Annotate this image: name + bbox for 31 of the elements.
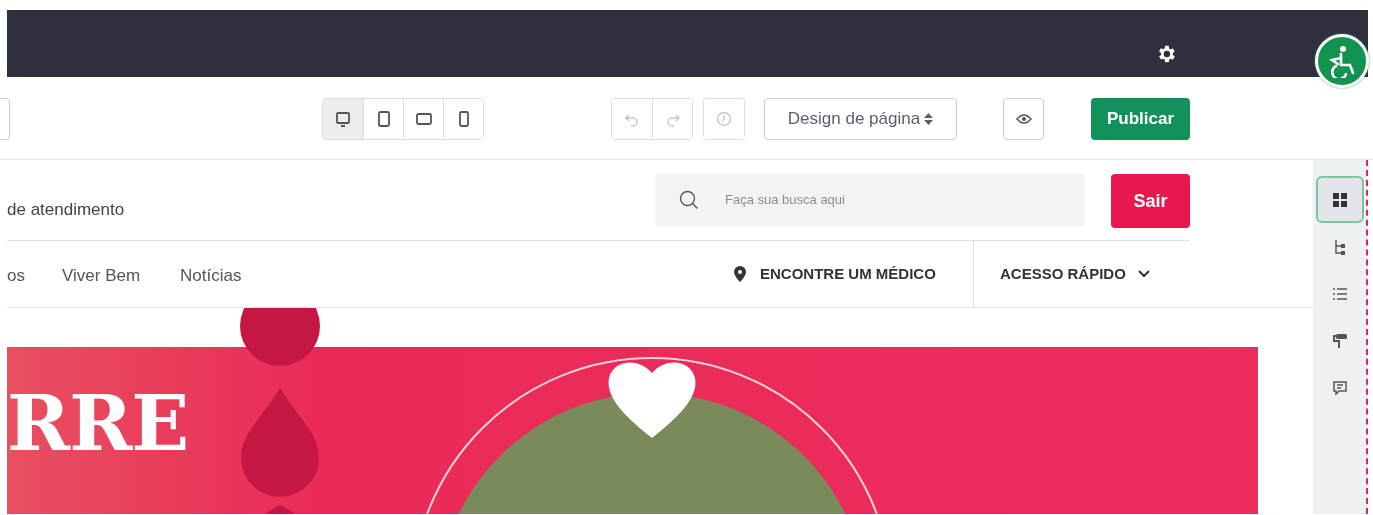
logout-button[interactable]: Sair xyxy=(1111,174,1190,228)
grid-icon xyxy=(1331,191,1348,208)
banner-headline: RRE xyxy=(7,386,189,462)
tablet-icon xyxy=(375,111,392,127)
find-doctor-link[interactable]: ENCONTRE UM MÉDICO xyxy=(760,263,936,286)
publish-button[interactable]: Publicar xyxy=(1091,98,1190,140)
landscape-tablet-icon xyxy=(415,111,432,127)
preview-button[interactable] xyxy=(1003,98,1044,140)
search-input[interactable]: Faça sua busca aqui xyxy=(723,189,1063,211)
search-icon xyxy=(679,190,699,210)
nav-link[interactable]: Notícias xyxy=(180,263,242,289)
paint-roller-icon xyxy=(1331,332,1348,349)
sort-arrows-icon xyxy=(924,112,934,126)
page-design-dropdown[interactable]: Design de página xyxy=(764,98,957,140)
header-text: de atendimento xyxy=(7,199,125,221)
clock-icon xyxy=(716,111,732,127)
device-button[interactable] xyxy=(323,99,363,139)
map-pin-icon xyxy=(734,266,746,283)
comment-icon xyxy=(1331,379,1348,396)
chevron-down-icon xyxy=(1137,270,1150,279)
monitor-icon xyxy=(335,111,351,127)
list-icon xyxy=(1331,285,1348,302)
sidebar-tool-button[interactable] xyxy=(1315,176,1364,223)
nav-link[interactable]: os xyxy=(7,263,25,289)
nav-link[interactable]: Viver Bem xyxy=(62,263,141,289)
quick-access-dropdown[interactable]: ACESSO RÁPIDO xyxy=(1000,263,1150,286)
device-button[interactable] xyxy=(443,99,483,139)
search-field[interactable]: Faça sua busca aqui xyxy=(655,174,1085,226)
undo-icon xyxy=(624,111,640,127)
redo-icon xyxy=(664,111,681,127)
eye-icon xyxy=(1015,114,1032,124)
